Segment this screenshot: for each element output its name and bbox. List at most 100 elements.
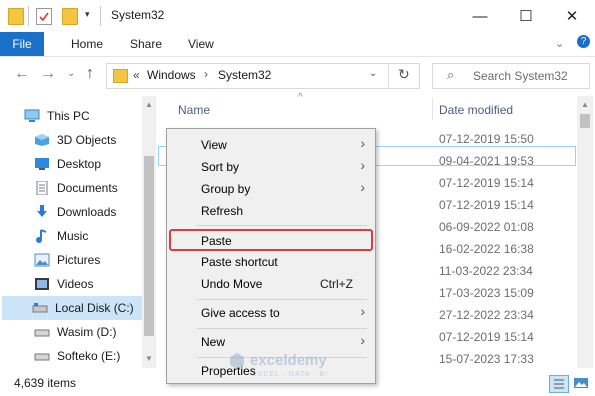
breadcrumb-overflow[interactable]: «: [133, 68, 140, 82]
music-icon: [36, 229, 47, 243]
menu-item-undo-move[interactable]: Undo Move: [201, 277, 262, 291]
expand-ribbon-icon[interactable]: ⌄: [555, 37, 564, 50]
close-button[interactable]: ✕: [549, 0, 595, 32]
chevron-right-icon: ›: [360, 135, 365, 151]
maximize-button[interactable]: ☐: [503, 0, 549, 32]
search-box[interactable]: ⌕ Search System32: [432, 63, 590, 89]
search-input[interactable]: Search System32: [473, 69, 568, 83]
window-title: System32: [111, 8, 165, 22]
file-date: 17-03-2023 15:09: [439, 286, 534, 300]
folder-icon: [113, 69, 128, 83]
scroll-up-icon[interactable]: ▲: [581, 100, 589, 109]
properties-icon[interactable]: [36, 8, 52, 25]
videos-icon: [35, 278, 49, 290]
file-date: 11-03-2022 23:34: [439, 264, 533, 278]
menu-item-sort-by[interactable]: Sort by: [201, 160, 239, 174]
file-date: 07-12-2019 15:50: [439, 132, 534, 146]
nav-item-label: This PC: [47, 109, 90, 123]
divider: [28, 6, 29, 26]
forward-arrow-icon[interactable]: →: [40, 65, 56, 83]
menu-item-give-access-to[interactable]: Give access to: [201, 306, 280, 320]
chevron-right-icon: ›: [360, 157, 365, 173]
menu-item-new[interactable]: New: [201, 335, 225, 349]
divider: [388, 64, 389, 88]
drive-icon: [34, 353, 50, 361]
menu-item-group-by[interactable]: Group by: [201, 182, 250, 196]
column-header-date-modified[interactable]: Date modified: [439, 96, 513, 124]
drive-icon: [34, 329, 50, 337]
pc-icon: [24, 109, 40, 122]
breadcrumb-system32[interactable]: System32: [218, 68, 271, 82]
scroll-down-icon[interactable]: ▼: [145, 354, 153, 363]
sort-ascending-icon: ^: [298, 92, 303, 103]
tab-file[interactable]: File: [0, 32, 44, 56]
column-divider[interactable]: [432, 98, 433, 120]
exceldemy-logo-icon: [230, 353, 244, 369]
download-icon: [37, 205, 47, 217]
cube-icon: [35, 134, 49, 146]
chevron-right-icon: ›: [360, 303, 365, 319]
menu-item-paste-shortcut[interactable]: Paste shortcut: [201, 255, 278, 269]
navigation-pane: This PC 3D Objects Desktop Documents Dow…: [0, 96, 158, 368]
tab-home[interactable]: Home: [71, 32, 103, 56]
nav-item-label: Documents: [57, 181, 118, 195]
menu-item-view[interactable]: View: [201, 138, 227, 152]
menu-separator: [197, 299, 367, 300]
desktop-icon: [35, 158, 49, 170]
nav-item-label: Softeko (E:): [57, 349, 121, 363]
ribbon-tabs: File Home Share View ⌄ ?: [0, 32, 595, 57]
details-view-icon[interactable]: [549, 375, 569, 393]
documents-icon: [36, 181, 48, 195]
breadcrumb-windows[interactable]: Windows: [147, 68, 196, 82]
large-icons-view-icon[interactable]: [572, 375, 590, 391]
column-header-name[interactable]: Name: [178, 96, 210, 124]
nav-item-label: Videos: [57, 277, 94, 291]
divider: [100, 6, 101, 26]
nav-item-local-disk-c[interactable]: Local Disk (C:): [2, 296, 142, 320]
pictures-icon: [34, 253, 50, 267]
file-date: 07-12-2019 15:14: [439, 176, 534, 190]
file-date: 16-02-2022 16:38: [439, 242, 534, 256]
tab-share[interactable]: Share: [130, 32, 162, 56]
nav-item-label: Pictures: [57, 253, 101, 267]
refresh-icon[interactable]: ↻: [398, 66, 410, 83]
menu-separator: [197, 328, 367, 329]
scroll-up-icon[interactable]: ▲: [145, 100, 153, 109]
title-bar: ▾ System32 — ☐ ✕: [0, 0, 595, 32]
nav-scrollbar[interactable]: ▲ ▼: [142, 96, 156, 368]
menu-item-paste[interactable]: Paste: [201, 234, 232, 248]
search-icon: ⌕: [447, 67, 455, 82]
recent-locations-icon[interactable]: ⌄: [67, 68, 75, 79]
nav-item-label: Music: [57, 229, 89, 243]
file-date: 27-12-2022 23:34: [439, 308, 534, 322]
nav-item-label: Wasim (D:): [57, 325, 117, 339]
customize-toolbar-icon[interactable]: ▾: [85, 9, 90, 20]
file-list-scrollbar[interactable]: ▲: [577, 96, 593, 368]
tab-view[interactable]: View: [188, 32, 214, 56]
file-date: 15-07-2023 17:33: [439, 352, 534, 366]
address-bar[interactable]: « Windows › System32 ⌄ ↻: [106, 63, 420, 89]
file-date: 07-12-2019 15:14: [439, 198, 534, 212]
chevron-right-icon: ›: [360, 332, 365, 348]
new-folder-icon[interactable]: [62, 8, 78, 25]
up-arrow-icon[interactable]: ↑: [86, 65, 94, 83]
menu-separator: [197, 225, 367, 226]
nav-item-label: 3D Objects: [57, 133, 117, 147]
context-menu: View › Sort by › Group by › Refresh Past…: [166, 128, 376, 384]
watermark-brand: exceldemy: [250, 352, 327, 369]
file-date: 07-12-2019 15:14: [439, 330, 534, 344]
items-count: 4,639 items: [14, 376, 77, 390]
folder-icon: [8, 8, 24, 25]
scroll-thumb[interactable]: [144, 156, 154, 336]
chevron-right-icon[interactable]: ›: [204, 67, 208, 81]
exceldemy-watermark: exceldemy EXCEL · DATA · BI: [220, 350, 370, 384]
help-icon[interactable]: ?: [577, 35, 590, 48]
chevron-down-icon[interactable]: ⌄: [369, 68, 377, 79]
file-date: 09-04-2021 19:53: [439, 154, 534, 168]
back-arrow-icon[interactable]: ←: [14, 65, 30, 83]
scroll-thumb[interactable]: [580, 114, 590, 128]
menu-item-refresh[interactable]: Refresh: [201, 204, 243, 218]
minimize-button[interactable]: —: [457, 0, 503, 32]
nav-item-label: Local Disk (C:): [55, 301, 134, 315]
paste-highlight-box: [169, 229, 373, 251]
